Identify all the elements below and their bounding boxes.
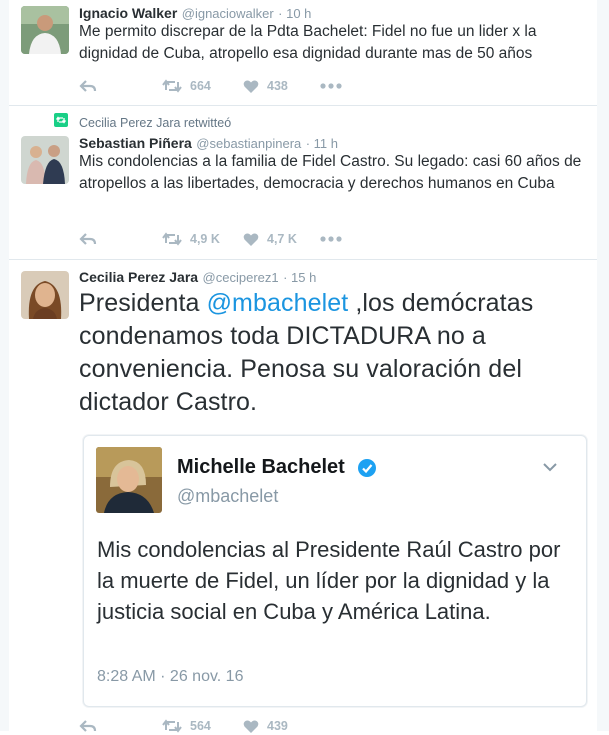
mention-link[interactable]: @mbachelet — [207, 289, 349, 317]
like-button[interactable]: 439 — [243, 717, 288, 735]
like-count: 438 — [267, 79, 288, 93]
retweet-icon — [162, 79, 182, 93]
author-handle[interactable]: @ceciperez1 — [203, 270, 279, 285]
timeline-left-gutter — [0, 0, 9, 731]
chevron-down-icon[interactable] — [542, 459, 558, 477]
heart-icon — [243, 720, 259, 733]
retweet-button[interactable]: 664 — [162, 77, 211, 95]
retweet-count: 4,9 K — [190, 232, 220, 246]
avatar-image — [21, 271, 69, 319]
like-count: 4,7 K — [267, 232, 297, 246]
quoted-tweet-time[interactable]: 8:28 AM · 26 nov. 16 — [97, 668, 243, 686]
author-handle[interactable]: @sebastianpinera — [196, 136, 301, 151]
retweet-button[interactable]: 4,9 K — [162, 230, 220, 248]
reply-button[interactable] — [79, 77, 97, 95]
author-name[interactable]: Ignacio Walker — [79, 5, 177, 21]
tweet-actions: 564 439 — [79, 717, 379, 735]
retweeted-icon — [54, 113, 68, 127]
divider — [9, 259, 597, 260]
heart-icon — [243, 233, 259, 246]
tweet-time[interactable]: · 10 h — [278, 6, 311, 21]
more-icon — [320, 83, 342, 89]
avatar-image — [21, 136, 69, 184]
tweet-text: Presidenta @mbachelet ,los demócratas co… — [79, 287, 584, 419]
tweet-header: Cecilia Perez Jara @ceciperez1 · 15 h — [79, 268, 316, 287]
reply-button[interactable] — [79, 230, 97, 248]
retweet-count: 664 — [190, 79, 211, 93]
author-name[interactable]: Sebastian Piñera — [79, 135, 192, 151]
reply-button[interactable] — [79, 717, 97, 735]
more-icon — [320, 236, 342, 242]
avatar-image — [96, 447, 162, 513]
like-button[interactable]: 438 — [243, 77, 288, 95]
avatar[interactable] — [21, 6, 69, 54]
tweet-time[interactable]: · 15 h — [283, 270, 316, 285]
tweet-text: Me permito discrepar de la Pdta Bachelet… — [79, 23, 537, 62]
quoted-tweet-text: Mis condolencias al Presidente Raúl Cast… — [97, 537, 561, 624]
retweet-icon — [162, 232, 182, 246]
retweet-button[interactable]: 564 — [162, 717, 211, 735]
avatar[interactable] — [21, 136, 69, 184]
divider — [9, 105, 597, 106]
verified-badge-icon — [358, 459, 376, 477]
like-button[interactable]: 4,7 K — [243, 230, 297, 248]
timeline-right-gutter — [597, 0, 609, 731]
tweet-text-start: Presidenta — [79, 289, 207, 317]
author-handle[interactable]: @ignaciowalker — [182, 6, 274, 21]
reply-icon — [79, 720, 97, 732]
tweet-time[interactable]: · 11 h — [306, 136, 338, 151]
quoted-author-name[interactable]: Michelle Bachelet — [177, 456, 345, 479]
more-button[interactable] — [320, 230, 342, 248]
quoted-author-handle[interactable]: @mbachelet — [177, 486, 278, 507]
tweet-actions: 4,9 K 4,7 K — [79, 230, 379, 248]
avatar-image — [21, 6, 69, 54]
retweeted-by-label[interactable]: Cecilia Perez Jara retwitteó — [79, 116, 231, 130]
heart-icon — [243, 80, 259, 93]
author-name[interactable]: Cecilia Perez Jara — [79, 269, 198, 285]
quoted-avatar[interactable] — [96, 447, 162, 513]
reply-icon — [79, 80, 97, 92]
more-button[interactable] — [320, 77, 342, 95]
tweet-actions: 664 438 — [79, 77, 379, 95]
avatar[interactable] — [21, 271, 69, 319]
reply-icon — [79, 233, 97, 245]
retweet-icon — [162, 719, 182, 733]
tweet-text: Mis condolencias a la familia de Fidel C… — [79, 153, 582, 192]
